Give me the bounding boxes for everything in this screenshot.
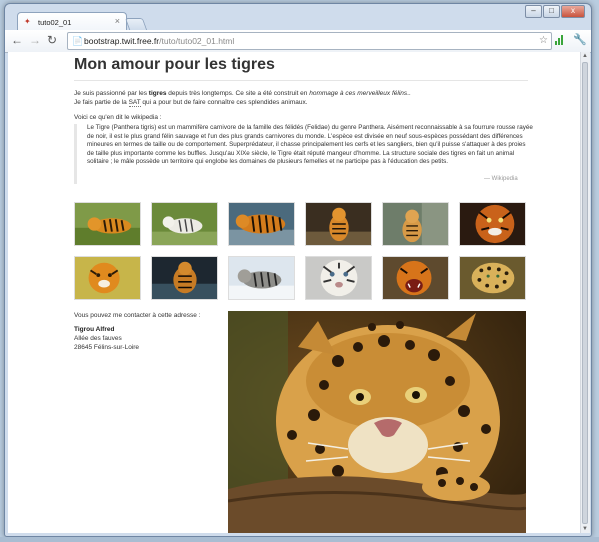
tiger-thumbnail[interactable]	[382, 202, 449, 246]
browser-window: ✦ tuto02_01 × – □ x ← → ↻ 📄 bootstrap.tw…	[4, 3, 592, 537]
scroll-up-icon[interactable]: ▲	[582, 53, 588, 59]
bookmark-star-icon[interactable]: ☆	[539, 33, 548, 49]
intro-text: Je fais partie de la	[74, 98, 129, 106]
reload-button[interactable]: ↻	[47, 33, 57, 47]
tiger-thumbnail[interactable]	[382, 256, 449, 300]
tiger-thumbnail[interactable]	[459, 256, 526, 300]
address-street: Allée des fauves	[74, 335, 122, 342]
url-text: bootstrap.twit.free.fr/tuto/tuto02_01.ht…	[84, 33, 234, 49]
quote-text: Le Tigre (Panthera tigris) est un mammif…	[87, 124, 533, 166]
new-tab-button[interactable]	[124, 18, 148, 30]
vertical-scrollbar[interactable]: ▲ ▼	[580, 52, 590, 533]
browser-tab[interactable]: ✦ tuto02_01 ×	[17, 12, 127, 31]
taskbar-edge	[0, 537, 599, 542]
tiger-photo-icon	[75, 257, 140, 299]
tiger-thumbnail[interactable]	[228, 202, 295, 246]
title-divider	[74, 80, 528, 81]
tiger-photo-icon	[229, 203, 294, 245]
tiger-thumbnail[interactable]	[459, 202, 526, 246]
page-icon: 📄	[72, 36, 84, 46]
tiger-photo-icon	[383, 203, 448, 245]
tiger-photo-icon	[229, 257, 294, 299]
tiger-thumbnail[interactable]	[74, 256, 141, 300]
signal-bars-icon[interactable]	[555, 35, 565, 45]
tab-title: tuto02_01	[38, 18, 72, 27]
tiger-photo-icon	[306, 203, 371, 245]
url-path: /tuto/tuto02_01.html	[159, 36, 235, 46]
tiger-thumbnail[interactable]	[228, 256, 295, 300]
back-button[interactable]: ←	[11, 33, 23, 47]
intro-emphasis: hommage à ces merveilleux félins	[309, 90, 408, 97]
tiger-thumbnail[interactable]	[305, 202, 372, 246]
minimize-button[interactable]: –	[525, 5, 542, 18]
tiger-thumbnail[interactable]	[74, 202, 141, 246]
maximize-button[interactable]: □	[543, 5, 560, 18]
intro-bold: tigres	[148, 90, 167, 97]
intro-text: ..	[407, 90, 411, 97]
title-bar: ✦ tuto02_01 × – □ x	[5, 4, 591, 31]
intro-text: Je suis passionné par les	[74, 90, 149, 97]
intro-paragraph: Je suis passionné par les tigres depuis …	[74, 90, 534, 107]
tiger-thumbnail[interactable]	[151, 202, 218, 246]
browser-toolbar: ← → ↻ 📄 bootstrap.twit.free.fr/tuto/tuto…	[5, 30, 591, 53]
sat-abbreviation[interactable]: SAT	[128, 98, 141, 107]
quote-lead: Voici ce qu'en dit le wikipedia :	[74, 114, 162, 121]
postal-address: Tigrou Alfred Allée des fauves 28645 Fél…	[74, 325, 139, 352]
scroll-down-icon[interactable]: ▼	[582, 526, 588, 532]
forward-button[interactable]: →	[29, 33, 41, 47]
wikipedia-blockquote: Le Tigre (Panthera tigris) est un mammif…	[74, 124, 533, 184]
window-controls: – □ x	[525, 5, 585, 18]
scrollbar-thumb[interactable]	[582, 62, 588, 524]
tiger-photo-icon	[460, 257, 525, 299]
quote-source: — Wikipedia	[484, 176, 518, 182]
page-viewport: Mon amour pour les tigres Je suis passio…	[8, 52, 580, 533]
favicon-icon: ✦	[24, 17, 31, 26]
tiger-photo-icon	[383, 257, 448, 299]
close-window-button[interactable]: x	[561, 5, 585, 18]
tab-close-button[interactable]: ×	[115, 16, 120, 26]
tiger-photo-icon	[152, 257, 217, 299]
tiger-photo-icon	[75, 203, 140, 245]
tiger-thumbnail[interactable]	[151, 256, 218, 300]
tiger-photo-icon	[306, 257, 371, 299]
tiger-thumbnail[interactable]	[305, 256, 372, 300]
address-bar[interactable]: 📄 bootstrap.twit.free.fr/tuto/tuto02_01.…	[67, 32, 552, 50]
address-name: Tigrou Alfred	[74, 326, 115, 333]
wrench-icon[interactable]: 🔧	[573, 33, 587, 46]
address-city: 28645 Félins-sur-Loire	[74, 344, 140, 351]
tiger-photo-icon	[460, 203, 525, 245]
page-title: Mon amour pour les tigres	[74, 56, 275, 73]
jaguar-photo-icon	[228, 311, 526, 533]
jaguar-hero-image	[228, 311, 526, 533]
tiger-photo-icon	[152, 203, 217, 245]
intro-text: depuis très longtemps. Ce site a été con…	[166, 90, 310, 97]
contact-intro: Vous pouvez me contacter à cette adresse…	[74, 312, 201, 319]
intro-text: qui a pour but de faire connaître ces sp…	[140, 98, 308, 106]
url-host: bootstrap.twit.free.fr	[84, 36, 160, 46]
